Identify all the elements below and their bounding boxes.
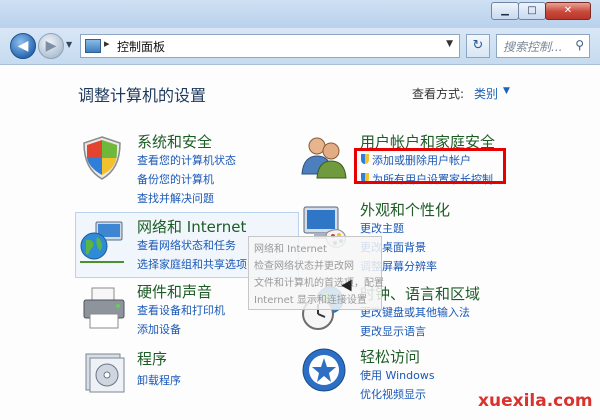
maximize-button[interactable]: □ [518, 2, 546, 20]
link-change-theme[interactable]: 更改主题 [360, 220, 404, 236]
minimize-button[interactable]: ▁ [491, 2, 519, 20]
shield-icon[interactable] [78, 134, 126, 182]
view-by-dropdown-arrow-icon[interactable]: ▼ [503, 86, 510, 96]
breadcrumb-control-panel[interactable]: 控制面板 [117, 38, 165, 55]
category-programs[interactable]: 程序 [137, 348, 167, 369]
category-system-security[interactable]: 系统和安全 [137, 131, 212, 152]
back-arrow-icon: ◀ [17, 38, 29, 54]
link-backup-computer[interactable]: 备份您的计算机 [137, 171, 214, 187]
category-network-internet[interactable]: 网络和 Internet [137, 216, 246, 237]
accessibility-icon[interactable] [300, 346, 348, 394]
highlight-annotation-box [354, 148, 506, 184]
users-icon[interactable] [300, 132, 348, 180]
refresh-button[interactable]: ↻ [466, 34, 490, 58]
link-add-device[interactable]: 添加设备 [137, 321, 181, 337]
navigation-toolbar: ◀ ▶ ▼ ▸ 控制面板 ▼ ↻ 搜索控制... ⚲ [0, 28, 600, 65]
control-panel-window: ▁ □ ✕ ◀ ▶ ▼ ▸ 控制面板 ▼ ↻ 搜索控制... ⚲ 调整计算机的设… [0, 0, 600, 420]
link-uninstall-program[interactable]: 卸载程序 [137, 372, 181, 388]
tooltip-line: Internet 显示和连接设置 [254, 295, 367, 306]
programs-icon[interactable] [80, 348, 128, 396]
watermark: xuexila.com [478, 391, 593, 411]
search-input[interactable]: 搜索控制... ⚲ [496, 34, 590, 58]
breadcrumb-chevron-icon[interactable]: ▸ [104, 37, 110, 50]
link-devices-printers[interactable]: 查看设备和打印机 [137, 302, 225, 318]
control-panel-icon [85, 39, 101, 53]
forward-arrow-icon: ▶ [45, 38, 57, 54]
network-tooltip: 网络和 Internet 检查网络状态并更改网 文件和计算机的首选项，配置 In… [248, 236, 384, 310]
view-by-dropdown[interactable]: 类别 [474, 85, 498, 102]
tooltip-line: 文件和计算机的首选项，配置 [254, 278, 384, 289]
globe-network-icon[interactable] [78, 218, 126, 266]
link-change-display-language[interactable]: 更改显示语言 [360, 323, 426, 339]
view-by-label: 查看方式: [412, 87, 465, 101]
link-use-windows-suggestions[interactable]: 使用 Windows [360, 367, 435, 383]
address-dropdown-icon[interactable]: ▼ [446, 39, 453, 49]
tooltip-line: 检查网络状态并更改网 [254, 261, 354, 272]
recent-pages-dropdown-icon[interactable]: ▼ [66, 40, 72, 49]
category-ease-of-access[interactable]: 轻松访问 [360, 346, 420, 367]
tooltip-line: 网络和 Internet [254, 244, 327, 255]
search-placeholder: 搜索控制... [503, 40, 563, 54]
address-bar[interactable]: ▸ 控制面板 ▼ [80, 34, 460, 58]
close-button[interactable]: ✕ [545, 2, 591, 20]
link-homegroup-sharing[interactable]: 选择家庭组和共享选项 [137, 256, 247, 272]
link-network-status-tasks[interactable]: 查看网络状态和任务 [137, 237, 236, 253]
category-hardware-sound[interactable]: 硬件和声音 [137, 281, 212, 302]
printer-icon[interactable] [80, 284, 128, 332]
back-button[interactable]: ◀ [10, 33, 36, 59]
link-troubleshoot[interactable]: 查找并解决问题 [137, 190, 214, 206]
link-optimize-visual-display[interactable]: 优化视频显示 [360, 386, 426, 402]
link-view-computer-status[interactable]: 查看您的计算机状态 [137, 152, 236, 168]
title-bar: ▁ □ ✕ [0, 0, 600, 28]
category-appearance[interactable]: 外观和个性化 [360, 199, 450, 220]
forward-button[interactable]: ▶ [38, 33, 64, 59]
search-icon[interactable]: ⚲ [575, 38, 584, 52]
page-title: 调整计算机的设置 [78, 86, 207, 105]
